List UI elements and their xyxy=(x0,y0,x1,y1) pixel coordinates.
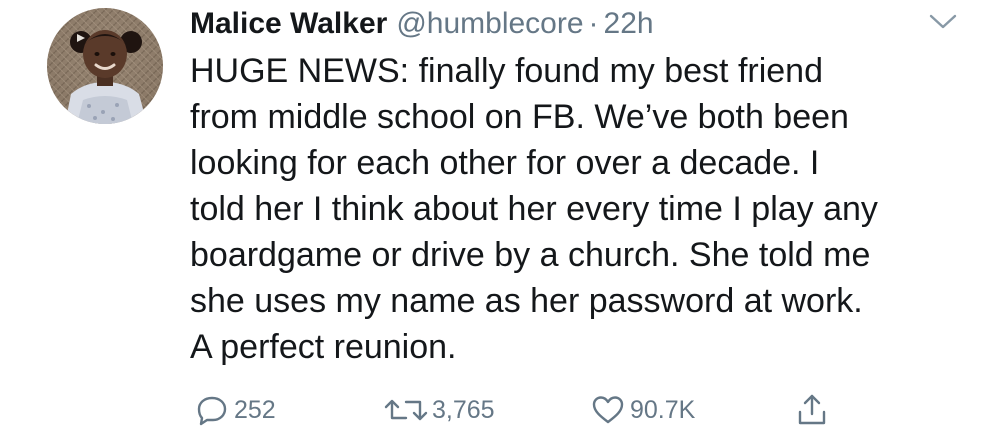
author-display-name[interactable]: Malice Walker xyxy=(190,4,387,44)
tweet-text: HUGE NEWS: finally found my best friend … xyxy=(190,48,980,370)
tweet-timestamp[interactable]: 22h xyxy=(604,4,654,44)
retweet-icon xyxy=(384,399,428,421)
reply-icon xyxy=(197,396,227,426)
avatar-photo-icon xyxy=(47,8,163,124)
header-separator: · xyxy=(588,7,599,40)
reply-button[interactable]: 252 xyxy=(194,392,276,428)
author-handle[interactable]: @humblecore xyxy=(396,4,583,44)
tweet-text-line: A perfect reunion. xyxy=(190,328,457,366)
share-button[interactable] xyxy=(794,392,830,428)
tweet-text-line: HUGE NEWS: finally found my best friend xyxy=(190,52,824,90)
more-options-button[interactable] xyxy=(928,12,958,32)
like-count: 90.7K xyxy=(630,395,696,424)
tweet-text-line: told her I think about her every time I … xyxy=(190,190,878,228)
tweet-actions-bar: 252 3,765 90.7K xyxy=(190,392,890,428)
reply-count: 252 xyxy=(234,395,276,424)
tweet-text-line: looking for each other for over a decade… xyxy=(190,144,820,182)
tweet-text-line: she uses my name as her password at work… xyxy=(190,282,863,320)
tweet-text-line: from middle school on FB. We’ve both bee… xyxy=(190,98,849,136)
retweet-count: 3,765 xyxy=(432,395,495,424)
chevron-down-icon xyxy=(929,14,957,29)
avatar[interactable] xyxy=(47,8,163,124)
tweet-header: Malice Walker @humblecore · 22h xyxy=(190,4,654,44)
heart-icon xyxy=(592,396,624,424)
share-icon xyxy=(798,394,826,425)
tweet-text-line: boardgame or drive by a church. She told… xyxy=(190,236,871,274)
retweet-button[interactable]: 3,765 xyxy=(384,392,495,428)
like-button[interactable]: 90.7K xyxy=(590,392,695,428)
tweet-card: Malice Walker @humblecore · 22h HUGE NEW… xyxy=(0,0,1000,442)
